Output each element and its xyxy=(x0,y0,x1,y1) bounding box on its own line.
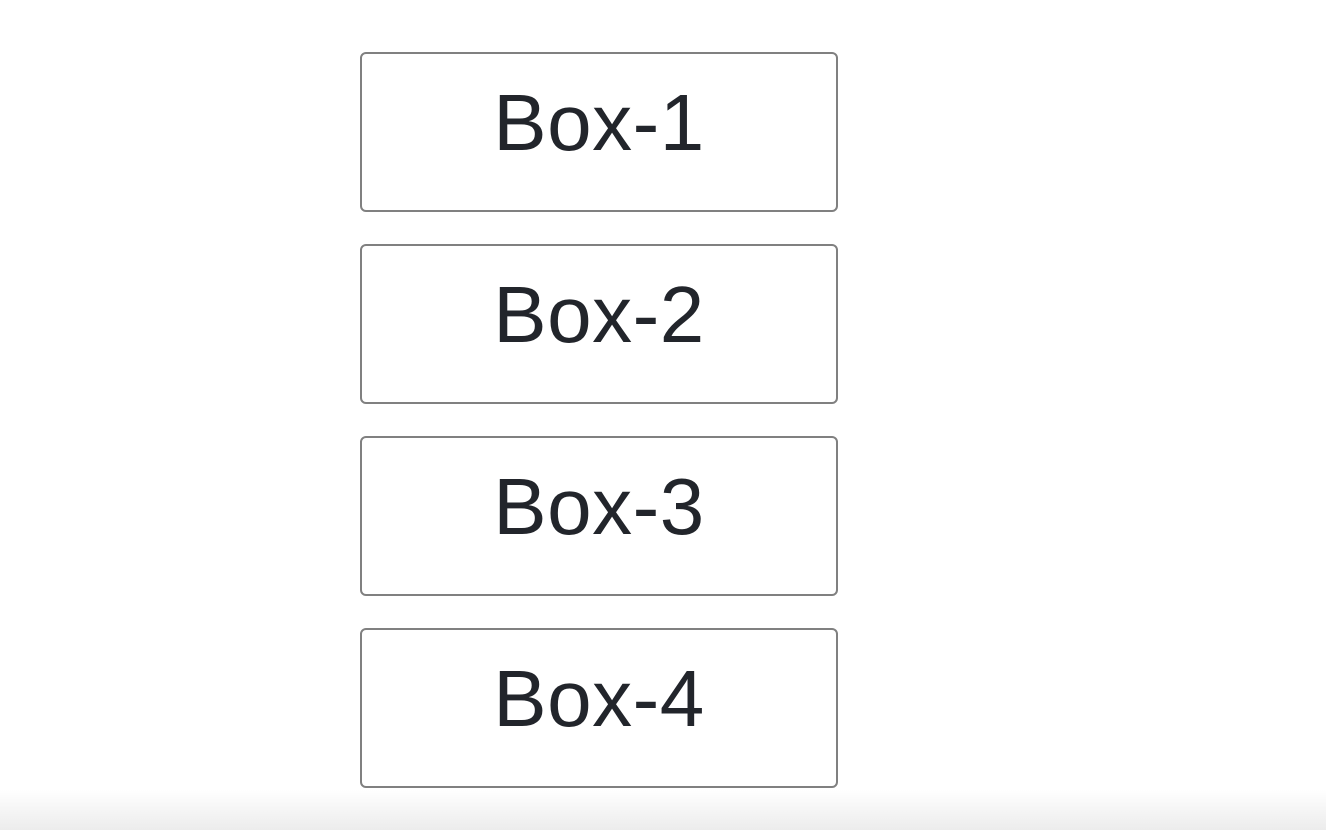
box-3[interactable]: Box-3 xyxy=(360,436,838,596)
bottom-edge-shadow xyxy=(0,790,1326,830)
box-list: Box-1 Box-2 Box-3 Box-4 xyxy=(360,52,838,788)
box-1-label: Box-1 xyxy=(493,78,705,167)
box-2[interactable]: Box-2 xyxy=(360,244,838,404)
box-4[interactable]: Box-4 xyxy=(360,628,838,788)
box-3-label: Box-3 xyxy=(493,462,705,551)
box-1[interactable]: Box-1 xyxy=(360,52,838,212)
box-2-label: Box-2 xyxy=(493,270,705,359)
box-4-label: Box-4 xyxy=(493,654,705,743)
page: Box-1 Box-2 Box-3 Box-4 xyxy=(0,0,1326,830)
